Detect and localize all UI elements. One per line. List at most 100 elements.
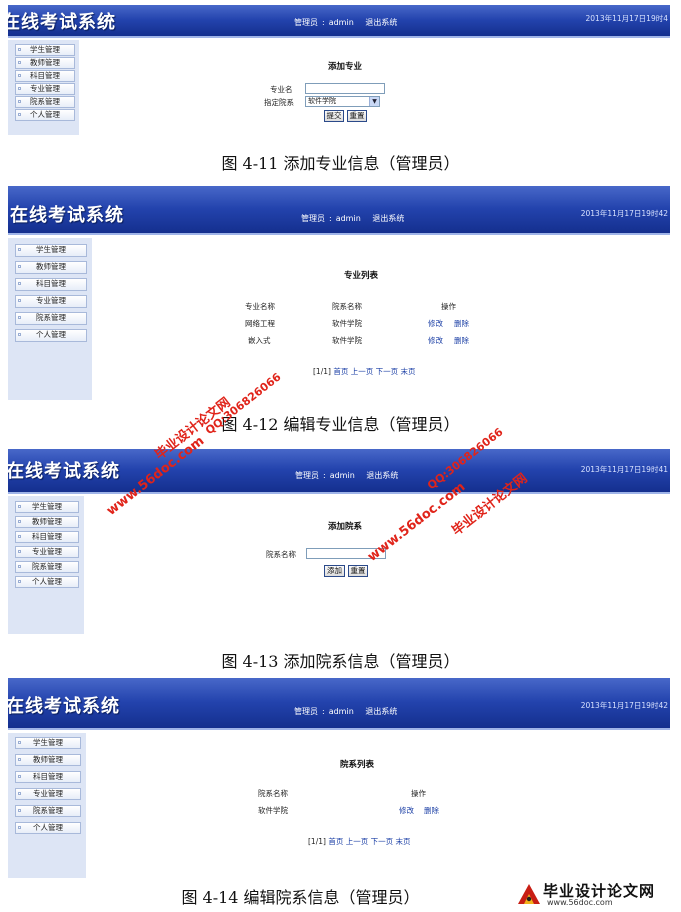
prev-page-link[interactable]: 上一页	[346, 837, 369, 846]
menu-college[interactable]: 院系管理	[15, 805, 81, 817]
menu-subject[interactable]: 科目管理	[15, 70, 75, 82]
sidebar: 学生管理 教师管理 科目管理 专业管理 院系管理 个人管理	[8, 40, 79, 135]
delete-link[interactable]: 删除	[424, 805, 439, 816]
menu-teacher[interactable]: 教师管理	[15, 516, 79, 528]
menu-subject[interactable]: 科目管理	[15, 278, 87, 291]
column-header: 操作	[411, 789, 426, 798]
logo-url: www.56doc.com	[547, 898, 613, 907]
college-select[interactable]: 软件学院 ▼	[305, 96, 380, 107]
edit-link[interactable]: 修改	[399, 805, 414, 816]
menu-teacher[interactable]: 教师管理	[15, 261, 87, 274]
column-header: 操作	[441, 302, 456, 311]
menu-student[interactable]: 学生管理	[15, 737, 81, 749]
table-cell-college: 软件学院	[332, 336, 362, 345]
delete-link[interactable]: 删除	[454, 318, 469, 329]
menu-personal[interactable]: 个人管理	[15, 329, 87, 342]
bullet-icon	[18, 775, 21, 778]
logout-link[interactable]: 退出系统	[365, 18, 397, 27]
bullet-icon	[18, 809, 21, 812]
header-bar: 在线考试系统 管理员: admin 退出系统 2013年11月17日19时42	[8, 678, 670, 730]
menu-major[interactable]: 专业管理	[15, 788, 81, 800]
submit-button[interactable]: 提交	[324, 110, 344, 122]
top-nav: 管理员: admin 退出系统	[301, 214, 405, 223]
screenshot-add-college: 在线考试系统 管理员: admin 退出系统 2013年11月17日19时41 学…	[8, 449, 670, 634]
bullet-icon	[18, 505, 21, 508]
menu-student[interactable]: 学生管理	[15, 244, 87, 257]
page-info: [1/1]	[308, 837, 326, 846]
bullet-icon	[18, 48, 21, 51]
bullet-icon	[18, 74, 21, 77]
menu-college[interactable]: 院系管理	[15, 561, 79, 573]
nav-user: admin	[335, 214, 361, 223]
menu-major[interactable]: 专业管理	[15, 546, 79, 558]
edit-link[interactable]: 修改	[428, 335, 443, 346]
menu-personal[interactable]: 个人管理	[15, 576, 79, 588]
first-page-link[interactable]: 首页	[328, 837, 343, 846]
prev-page-link[interactable]: 上一页	[351, 367, 374, 376]
column-header: 院系名称	[258, 789, 288, 798]
menu-major[interactable]: 专业管理	[15, 83, 75, 95]
datetime: 2013年11月17日19时42	[580, 701, 668, 710]
screenshot-college-list: 在线考试系统 管理员: admin 退出系统 2013年11月17日19时42 学…	[8, 678, 670, 878]
major-name-input[interactable]	[305, 83, 385, 94]
nav-user: admin	[329, 471, 355, 480]
menu-college[interactable]: 院系管理	[15, 312, 87, 325]
nav-user: admin	[328, 707, 354, 716]
top-nav: 管理员: admin 退出系统	[294, 18, 398, 27]
site-logo: 毕业设计论文网 www.56doc.com	[515, 880, 677, 910]
form-heading: 添加专业	[328, 62, 363, 72]
bullet-icon	[18, 87, 21, 90]
chevron-down-icon[interactable]: ▼	[369, 97, 379, 106]
bullet-icon	[18, 113, 21, 116]
college-select-label: 指定院系	[264, 98, 294, 107]
list-heading: 专业列表	[344, 271, 379, 281]
bullet-icon	[18, 299, 21, 302]
pagination: [1/1] 首页 上一页 下一页 末页	[308, 836, 411, 847]
table-cell-major: 嵌入式	[248, 336, 271, 345]
last-page-link[interactable]: 末页	[401, 367, 416, 376]
system-title: 在线考试系统	[8, 12, 116, 33]
edit-link[interactable]: 修改	[428, 318, 443, 329]
datetime: 2013年11月17日19时41	[580, 465, 668, 474]
reset-button[interactable]: 重置	[347, 110, 367, 122]
bullet-icon	[18, 333, 21, 336]
menu-student[interactable]: 学生管理	[15, 44, 75, 56]
menu-subject[interactable]: 科目管理	[15, 531, 79, 543]
menu-subject[interactable]: 科目管理	[15, 771, 81, 783]
first-page-link[interactable]: 首页	[333, 367, 348, 376]
bullet-icon	[18, 741, 21, 744]
top-nav: 管理员: admin 退出系统	[294, 707, 398, 716]
add-button[interactable]: 添加	[324, 565, 345, 577]
bullet-icon	[18, 520, 21, 523]
figure-caption-4-12: 图 4-12 编辑专业信息（管理员）	[221, 415, 460, 434]
logout-link[interactable]: 退出系统	[365, 707, 397, 716]
menu-college[interactable]: 院系管理	[15, 96, 75, 108]
bullet-icon	[18, 61, 21, 64]
menu-personal[interactable]: 个人管理	[15, 109, 75, 121]
datetime: 2013年11月17日19时42	[580, 209, 668, 218]
menu-major[interactable]: 专业管理	[15, 295, 87, 308]
menu-teacher[interactable]: 教师管理	[15, 57, 75, 69]
logout-link[interactable]: 退出系统	[372, 214, 404, 223]
screenshot-add-major: 在线考试系统 管理员: admin 退出系统 2013年11月17日19时4 学生…	[8, 5, 670, 143]
next-page-link[interactable]: 下一页	[376, 367, 399, 376]
bullet-icon	[18, 758, 21, 761]
datetime: 2013年11月17日19时4	[585, 14, 669, 23]
bullet-icon	[18, 265, 21, 268]
delete-link[interactable]: 删除	[454, 335, 469, 346]
reset-button[interactable]: 重置	[348, 565, 368, 577]
menu-teacher[interactable]: 教师管理	[15, 754, 81, 766]
header-bar: 在线考试系统 管理员: admin 退出系统 2013年11月17日19时42	[8, 186, 670, 235]
bullet-icon	[18, 316, 21, 319]
major-name-label: 专业名	[270, 85, 293, 94]
next-page-link[interactable]: 下一页	[371, 837, 394, 846]
header-bar: 在线考试系统 管理员: admin 退出系统 2013年11月17日19时4	[8, 5, 670, 38]
logout-link[interactable]: 退出系统	[366, 471, 398, 480]
menu-personal[interactable]: 个人管理	[15, 822, 81, 834]
college-name-label: 院系名称	[266, 550, 296, 559]
table-cell-major: 网络工程	[245, 319, 275, 328]
last-page-link[interactable]: 末页	[396, 837, 411, 846]
figure-caption-4-13: 图 4-13 添加院系信息（管理员）	[221, 652, 460, 671]
menu-student[interactable]: 学生管理	[15, 501, 79, 513]
list-heading: 院系列表	[340, 760, 375, 770]
